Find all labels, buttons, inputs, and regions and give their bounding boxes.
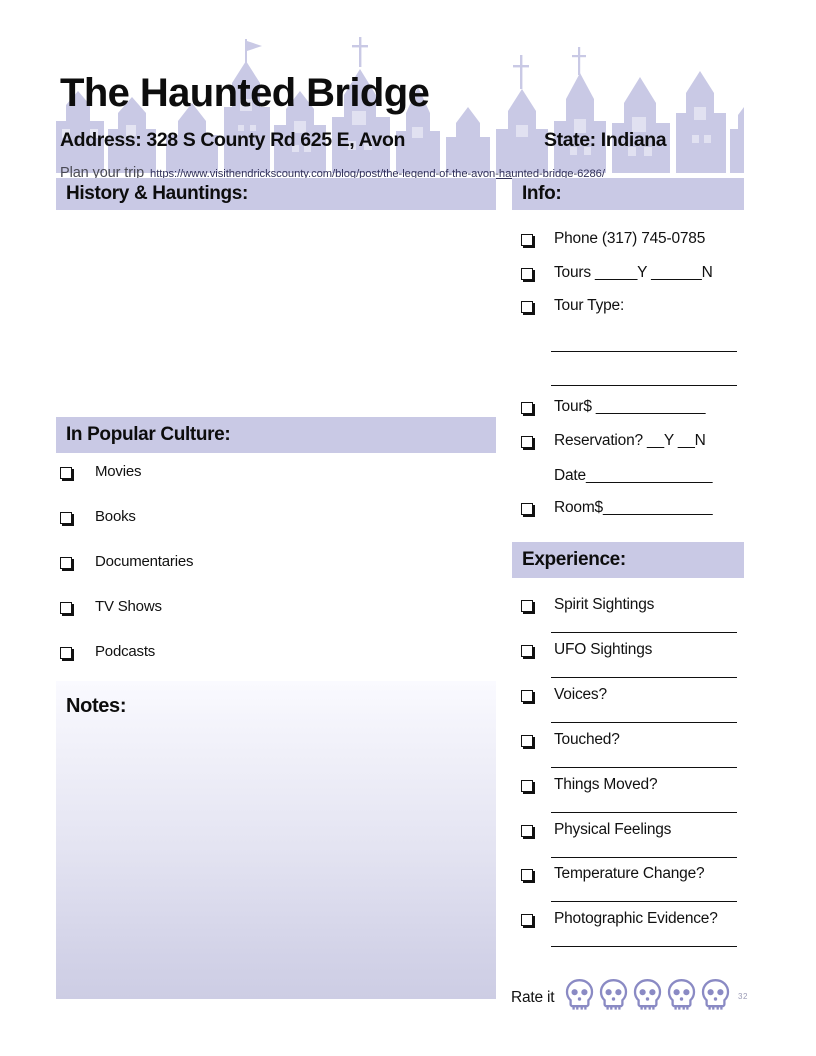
info-item-room-cost[interactable]: Room$_____________ xyxy=(521,499,713,517)
popular-culture-item-books[interactable]: Books xyxy=(60,508,136,526)
experience-write-line-1[interactable] xyxy=(551,632,737,633)
skull-rating-group[interactable] xyxy=(564,978,734,1017)
section-title-experience: Experience: xyxy=(522,549,626,570)
checkbox-icon[interactable] xyxy=(60,512,74,526)
experience-item-label: Touched? xyxy=(554,731,620,748)
experience-write-line-3[interactable] xyxy=(551,722,737,723)
experience-item-label: Photographic Evidence? xyxy=(554,910,718,927)
checkbox-icon[interactable] xyxy=(60,557,74,571)
skull-icon[interactable] xyxy=(700,978,731,1017)
popular-culture-item-label: TV Shows xyxy=(95,598,162,615)
experience-write-line-7[interactable] xyxy=(551,901,737,902)
popular-culture-item-label: Podcasts xyxy=(95,643,156,660)
address-label: Address: 328 S County Rd 625 E, Avon xyxy=(60,129,405,151)
checkbox-icon[interactable] xyxy=(521,735,535,749)
checkbox-icon[interactable] xyxy=(60,467,74,481)
checkbox-icon[interactable] xyxy=(521,914,535,928)
experience-item-touched[interactable]: Touched? xyxy=(521,731,620,749)
skull-icon[interactable] xyxy=(666,978,697,1017)
experience-item-voices[interactable]: Voices? xyxy=(521,686,607,704)
tour-type-write-line-2[interactable] xyxy=(551,385,737,386)
info-item-tour-type[interactable]: Tour Type: xyxy=(521,297,625,315)
state-label: State: Indiana xyxy=(544,129,667,151)
section-header-info: Info: xyxy=(512,178,744,210)
experience-write-line-2[interactable] xyxy=(551,677,737,678)
info-item-label: Tour Type: xyxy=(554,297,625,314)
info-item-label: Phone (317) 745-0785 xyxy=(554,230,706,247)
checkbox-icon[interactable] xyxy=(60,647,74,661)
experience-item-spirit-sightings[interactable]: Spirit Sightings xyxy=(521,596,655,614)
worksheet-page: The Haunted Bridge Address: 328 S County… xyxy=(0,0,816,1056)
checkbox-icon[interactable] xyxy=(521,268,535,282)
checkbox-icon[interactable] xyxy=(521,503,535,517)
info-item-label: Tour$ _____________ xyxy=(554,398,706,415)
checkbox-icon[interactable] xyxy=(521,234,535,248)
skull-icon[interactable] xyxy=(598,978,629,1017)
experience-item-physical-feelings[interactable]: Physical Feelings xyxy=(521,821,672,839)
checkbox-icon[interactable] xyxy=(521,402,535,416)
checkbox-icon[interactable] xyxy=(521,690,535,704)
experience-item-photographic-evidence[interactable]: Photographic Evidence? xyxy=(521,910,718,928)
experience-item-things-moved[interactable]: Things Moved? xyxy=(521,776,658,794)
info-item-label: Room$_____________ xyxy=(554,499,713,516)
section-title-info: Info: xyxy=(522,183,562,204)
section-header-popular-culture: In Popular Culture: xyxy=(56,417,496,453)
popular-culture-item-label: Movies xyxy=(95,463,142,480)
notes-area[interactable]: Notes: xyxy=(56,681,496,999)
checkbox-icon[interactable] xyxy=(521,869,535,883)
checkbox-icon[interactable] xyxy=(521,436,535,450)
checkbox-icon[interactable] xyxy=(60,602,74,616)
popular-culture-item-podcasts[interactable]: Podcasts xyxy=(60,643,156,661)
experience-write-line-6[interactable] xyxy=(551,857,737,858)
info-item-date[interactable]: Date_______________ xyxy=(554,467,712,485)
info-item-label: Tours _____Y ______N xyxy=(554,264,713,281)
checkbox-icon[interactable] xyxy=(521,780,535,794)
notes-title: Notes: xyxy=(66,695,127,717)
experience-write-line-8[interactable] xyxy=(551,946,737,947)
experience-item-label: Voices? xyxy=(554,686,607,703)
popular-culture-item-movies[interactable]: Movies xyxy=(60,463,142,481)
experience-item-ufo-sightings[interactable]: UFO Sightings xyxy=(521,641,653,659)
popular-culture-item-label: Books xyxy=(95,508,136,525)
checkbox-icon[interactable] xyxy=(521,825,535,839)
page-header: The Haunted Bridge Address: 328 S County… xyxy=(56,25,744,181)
info-item-reservation[interactable]: Reservation? __Y __N xyxy=(521,432,706,450)
tour-type-write-line-1[interactable] xyxy=(551,351,737,352)
checkbox-icon[interactable] xyxy=(521,600,535,614)
experience-write-line-4[interactable] xyxy=(551,767,737,768)
experience-item-label: Physical Feelings xyxy=(554,821,672,838)
section-title-popular-culture: In Popular Culture: xyxy=(66,424,231,445)
experience-item-temperature-change[interactable]: Temperature Change? xyxy=(521,865,705,883)
info-item-phone[interactable]: Phone (317) 745-0785 xyxy=(521,230,706,248)
popular-culture-item-documentaries[interactable]: Documentaries xyxy=(60,553,194,571)
rate-it-label: Rate it xyxy=(511,988,555,1006)
page-title: The Haunted Bridge xyxy=(60,71,430,115)
popular-culture-item-label: Documentaries xyxy=(95,553,194,570)
popular-culture-item-tv-shows[interactable]: TV Shows xyxy=(60,598,162,616)
experience-item-label: Things Moved? xyxy=(554,776,658,793)
section-header-experience: Experience: xyxy=(512,542,744,578)
checkbox-icon[interactable] xyxy=(521,301,535,315)
checkbox-icon[interactable] xyxy=(521,645,535,659)
experience-item-label: Spirit Sightings xyxy=(554,596,655,613)
info-item-label: Reservation? __Y __N xyxy=(554,432,706,449)
rating-row: Rate it xyxy=(511,978,734,1017)
skull-icon[interactable] xyxy=(564,978,595,1017)
info-item-tour-cost[interactable]: Tour$ _____________ xyxy=(521,398,706,416)
experience-item-label: Temperature Change? xyxy=(554,865,705,882)
experience-item-label: UFO Sightings xyxy=(554,641,653,658)
section-header-history: History & Hauntings: xyxy=(56,178,496,210)
experience-write-line-5[interactable] xyxy=(551,812,737,813)
skull-icon[interactable] xyxy=(632,978,663,1017)
page-number: 32 xyxy=(738,992,748,1001)
info-item-tours[interactable]: Tours _____Y ______N xyxy=(521,264,713,282)
section-title-history: History & Hauntings: xyxy=(66,183,248,204)
